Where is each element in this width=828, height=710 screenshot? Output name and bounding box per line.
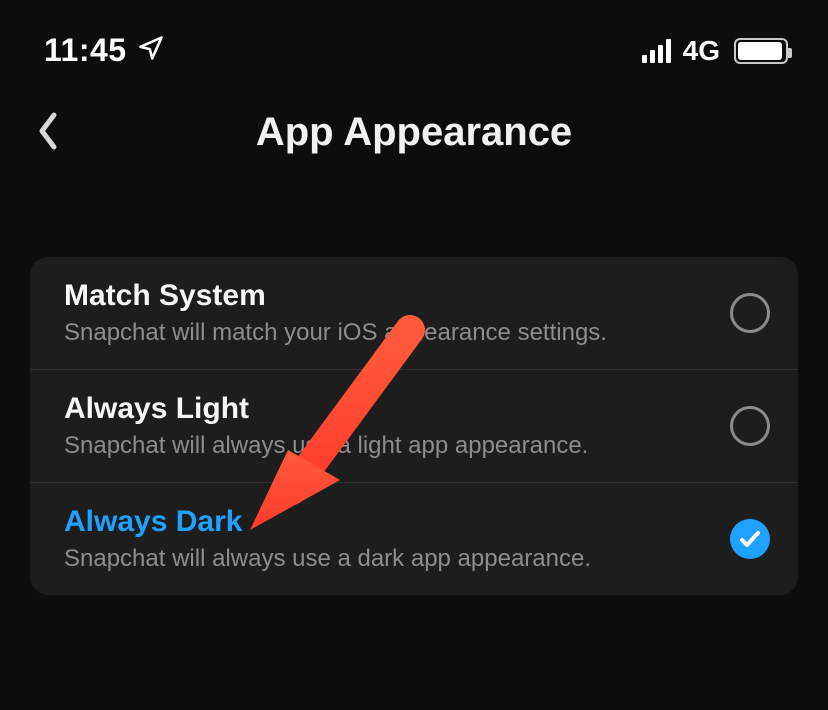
radio-unchecked-icon <box>730 293 770 333</box>
radio-unchecked-icon <box>730 406 770 446</box>
option-always-dark[interactable]: Always Dark Snapchat will always use a d… <box>30 483 798 595</box>
option-subtitle: Snapchat will always use a dark app appe… <box>64 545 730 573</box>
appearance-options-list: Match System Snapchat will match your iO… <box>30 257 798 595</box>
location-icon <box>137 34 165 67</box>
option-subtitle: Snapchat will match your iOS appearance … <box>64 319 730 347</box>
status-right: 4G <box>642 35 788 67</box>
status-time: 11:45 <box>44 32 127 69</box>
option-title: Always Dark <box>64 505 730 539</box>
status-bar: 11:45 4G <box>0 0 828 79</box>
page-title: App Appearance <box>256 110 572 155</box>
option-always-light[interactable]: Always Light Snapchat will always use a … <box>30 370 798 483</box>
option-text: Always Light Snapchat will always use a … <box>64 392 730 460</box>
option-title: Match System <box>64 279 730 313</box>
option-title: Always Light <box>64 392 730 426</box>
status-left: 11:45 <box>44 32 165 69</box>
option-text: Match System Snapchat will match your iO… <box>64 279 730 347</box>
header: App Appearance <box>0 87 828 177</box>
option-match-system[interactable]: Match System Snapchat will match your iO… <box>30 257 798 370</box>
option-subtitle: Snapchat will always use a light app app… <box>64 432 730 460</box>
signal-icon <box>642 39 671 63</box>
radio-checked-icon <box>730 519 770 559</box>
network-label: 4G <box>683 35 720 67</box>
back-button[interactable] <box>26 110 70 154</box>
option-text: Always Dark Snapchat will always use a d… <box>64 505 730 573</box>
battery-icon <box>734 38 788 64</box>
chevron-left-icon <box>36 111 60 154</box>
